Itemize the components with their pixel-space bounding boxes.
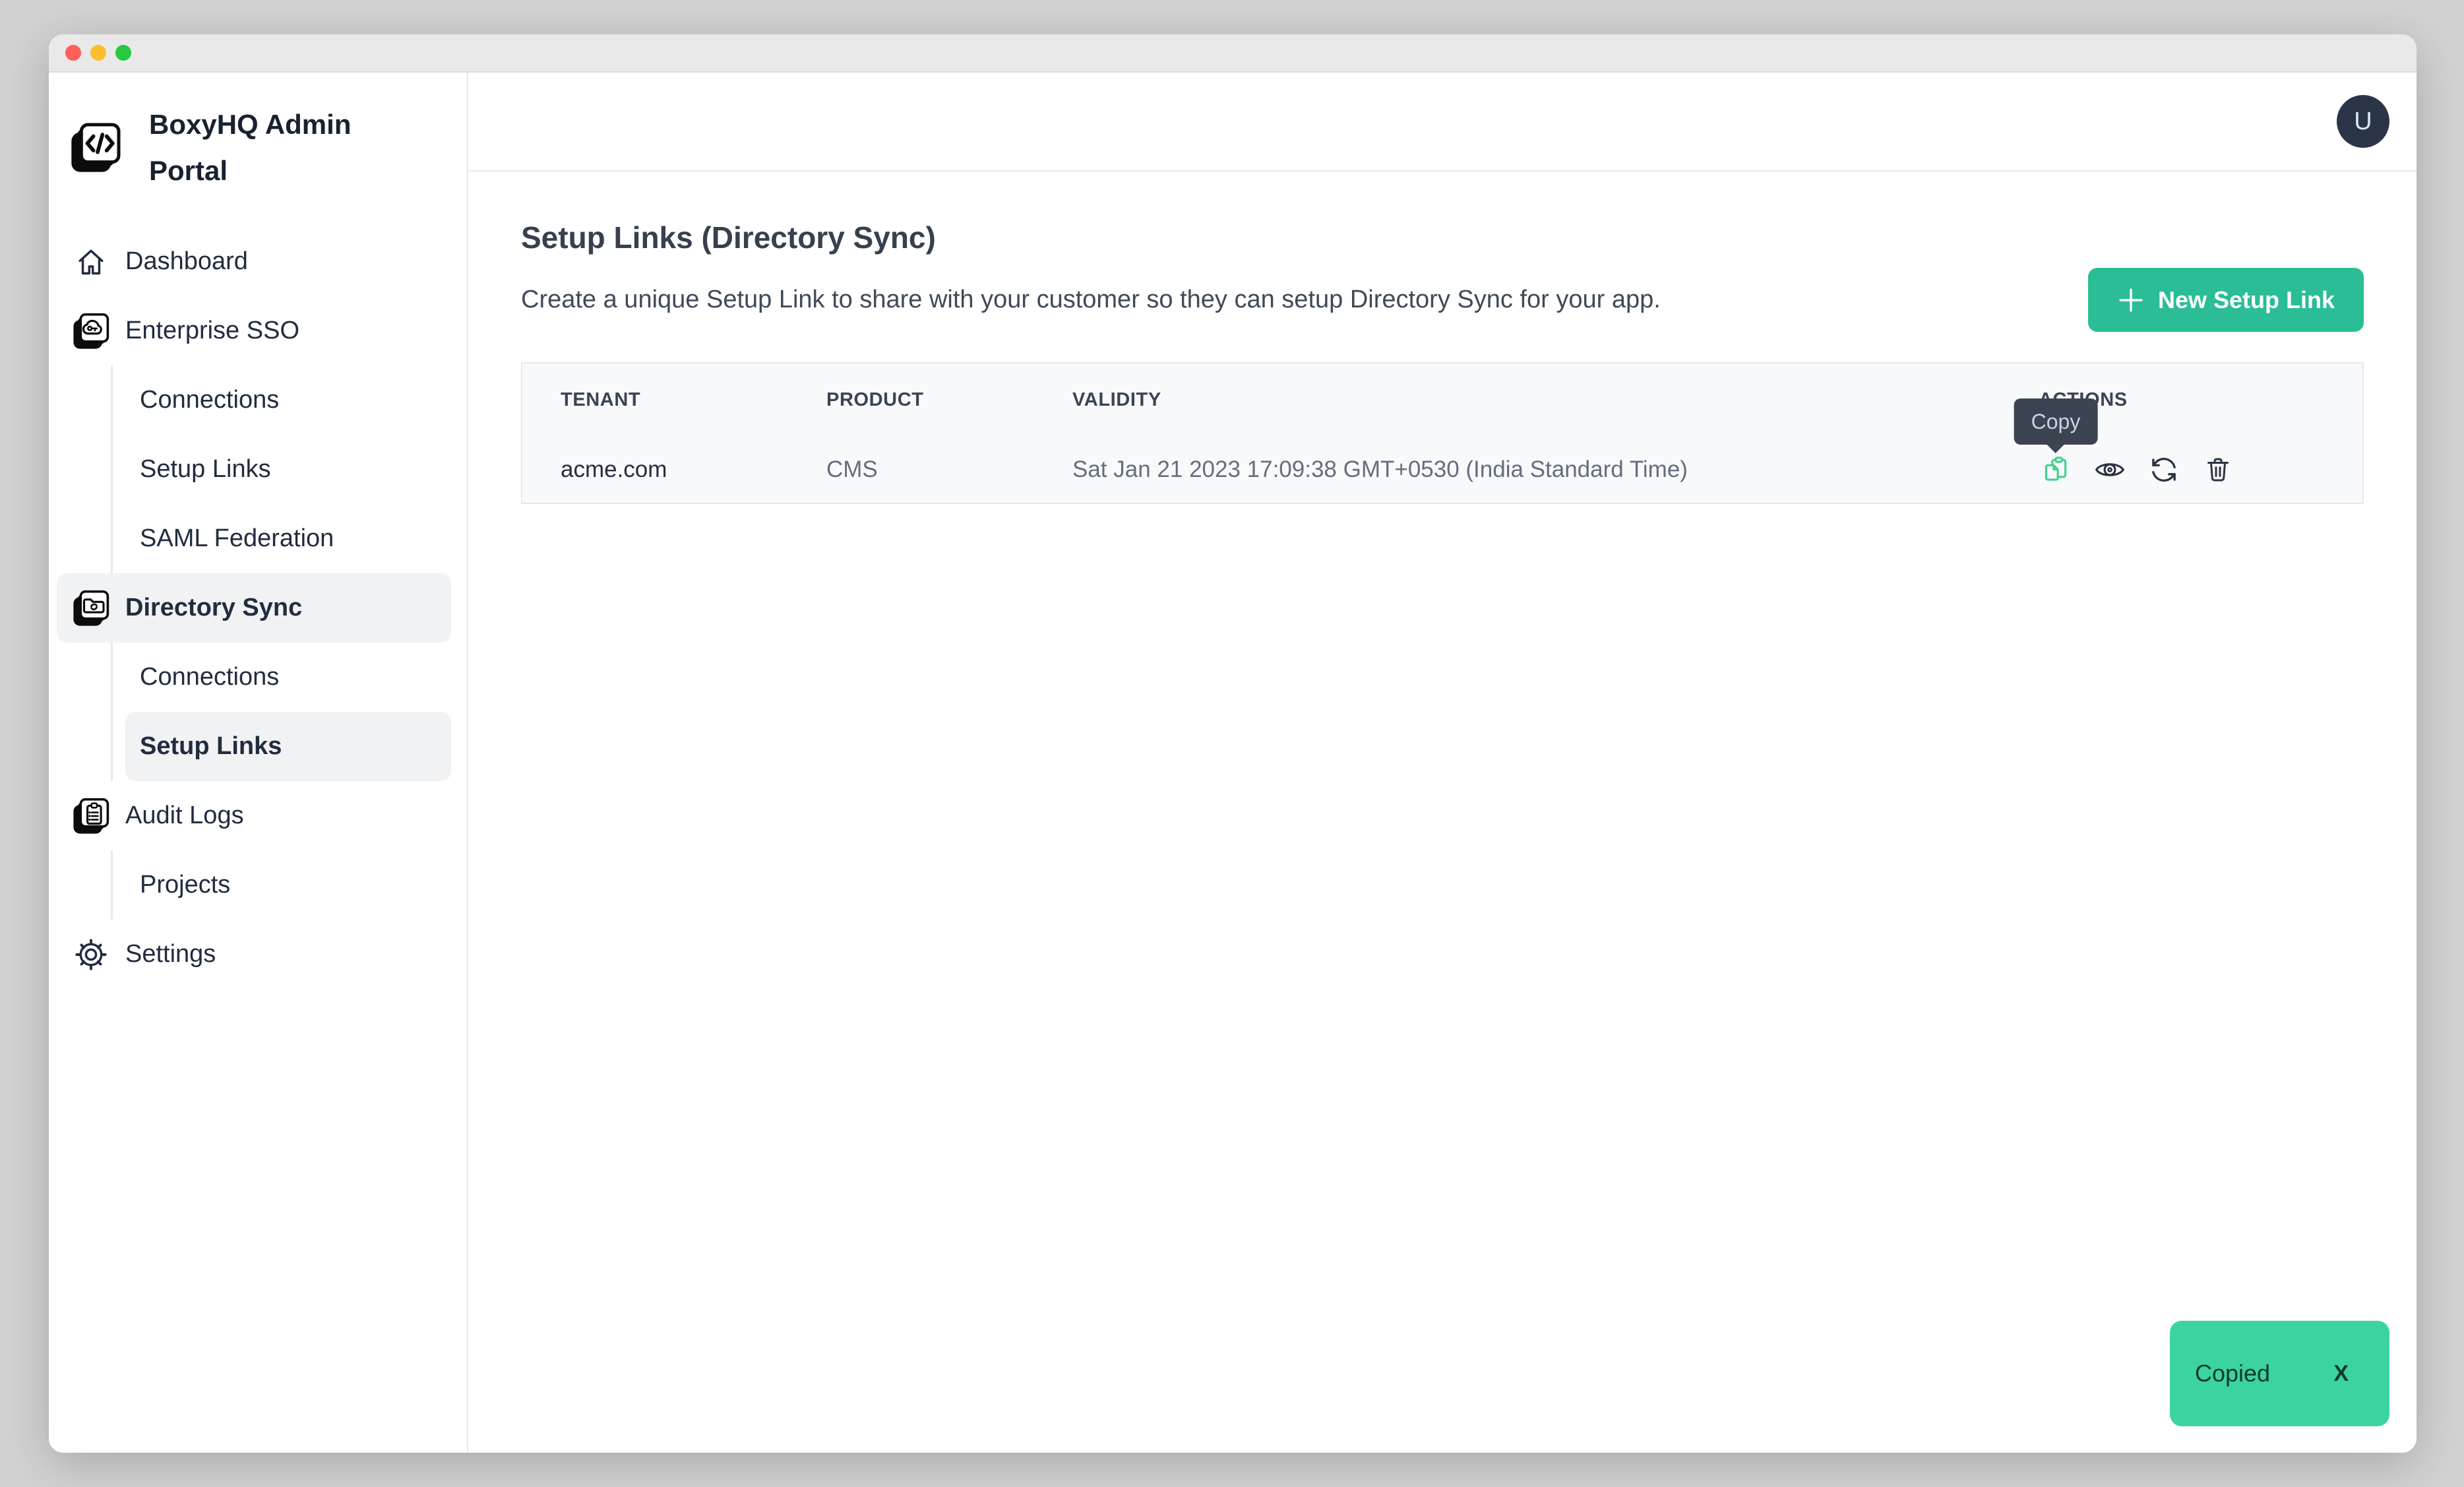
brand-title: BoxyHQ Admin Portal [149, 102, 354, 194]
copy-link-button[interactable]: Copy [2039, 453, 2073, 487]
toast-message: Copied [2195, 1360, 2270, 1387]
sidebar: BoxyHQ Admin Portal Dashboard [49, 73, 468, 1453]
sidebar-nav: Dashboard Enterprise SSO [49, 227, 467, 989]
sidebar-item-label: Connections [140, 663, 279, 691]
page-content: Setup Links (Directory Sync) Create a un… [468, 172, 2417, 504]
delete-link-button[interactable] [2201, 453, 2235, 487]
column-header-validity: VALIDITY [1072, 389, 2039, 411]
sidebar-item-dsync-setup-links[interactable]: Setup Links [125, 712, 451, 781]
sidebar-item-dsync-connections[interactable]: Connections [125, 643, 451, 712]
sidebar-item-settings[interactable]: Settings [57, 920, 451, 989]
plus-icon [2117, 286, 2145, 314]
boxyhq-logo-icon [67, 121, 124, 174]
desktop-background: { "sidebar": { "logo_text": "BoxyHQ Admi… [0, 0, 2464, 1487]
table-row: acme.com CMS Sat Jan 21 2023 17:09:38 GM… [522, 436, 2362, 503]
minimize-window-icon[interactable] [90, 45, 106, 61]
sidebar-item-label: Settings [125, 940, 216, 968]
sidebar-item-projects[interactable]: Projects [125, 850, 451, 920]
regenerate-link-button[interactable] [2147, 453, 2181, 487]
sidebar-group-directory-sync: Connections Setup Links [111, 643, 451, 781]
page-header-row: Create a unique Setup Link to share with… [521, 268, 2364, 332]
sidebar-item-label: Dashboard [125, 247, 248, 276]
column-header-product: PRODUCT [826, 389, 1072, 411]
view-link-button[interactable] [2093, 453, 2127, 487]
toast-close-button[interactable]: X [2333, 1361, 2349, 1387]
sidebar-group-audit-logs: Projects [111, 850, 451, 920]
sidebar-item-directory-sync[interactable]: Directory Sync [57, 573, 451, 643]
sidebar-item-audit-logs[interactable]: Audit Logs [57, 781, 451, 850]
avatar-initial: U [2354, 108, 2372, 136]
zoom-window-icon[interactable] [115, 45, 131, 61]
cell-validity: Sat Jan 21 2023 17:09:38 GMT+0530 (India… [1072, 457, 2039, 483]
sidebar-item-label: Audit Logs [125, 802, 244, 830]
main-area: U Setup Links (Directory Sync) Create a … [468, 73, 2417, 1453]
sidebar-item-enterprise-sso[interactable]: Enterprise SSO [57, 296, 451, 365]
sidebar-item-label: Projects [140, 871, 230, 899]
copied-toast: Copied X [2170, 1321, 2389, 1426]
app-body: BoxyHQ Admin Portal Dashboard [49, 73, 2417, 1453]
trash-icon [2202, 454, 2234, 486]
eye-icon [2093, 453, 2126, 486]
new-setup-link-label: New Setup Link [2158, 286, 2335, 314]
copy-tooltip: Copy [2014, 398, 2098, 445]
sidebar-item-label: Enterprise SSO [125, 317, 299, 345]
sidebar-item-saml-federation[interactable]: SAML Federation [125, 504, 451, 573]
cell-product: CMS [826, 457, 1072, 483]
column-header-tenant: TENANT [561, 389, 826, 411]
sidebar-item-dashboard[interactable]: Dashboard [57, 227, 451, 296]
sidebar-item-label: Connections [140, 386, 279, 414]
audit-logs-clipboard-icon [71, 796, 111, 836]
refresh-icon [2147, 453, 2180, 486]
sidebar-item-sso-connections[interactable]: Connections [125, 365, 451, 435]
row-actions: Copy [2039, 453, 2362, 487]
settings-gear-icon [71, 935, 111, 974]
sidebar-item-label: Setup Links [140, 455, 271, 484]
top-header-bar: U [468, 73, 2417, 172]
sidebar-item-label: Setup Links [140, 732, 282, 761]
directory-sync-folder-icon [71, 588, 111, 628]
sidebar-item-label: Directory Sync [125, 594, 302, 622]
sidebar-item-sso-setup-links[interactable]: Setup Links [125, 435, 451, 504]
user-avatar[interactable]: U [2337, 95, 2389, 148]
close-window-icon[interactable] [65, 45, 81, 61]
cell-tenant: acme.com [561, 457, 826, 483]
home-icon [71, 242, 111, 282]
sidebar-group-enterprise-sso: Connections Setup Links SAML Federation [111, 365, 451, 573]
window-titlebar [49, 34, 2417, 73]
page-title: Setup Links (Directory Sync) [521, 219, 2364, 256]
sidebar-item-label: SAML Federation [140, 524, 334, 553]
setup-links-table: TENANT PRODUCT VALIDITY ACTIONS acme.com… [521, 362, 2364, 504]
new-setup-link-button[interactable]: New Setup Link [2088, 268, 2364, 332]
page-description: Create a unique Setup Link to share with… [521, 286, 1661, 314]
app-window: BoxyHQ Admin Portal Dashboard [49, 34, 2417, 1453]
sso-cloud-key-icon [71, 311, 111, 351]
brand-logo[interactable]: BoxyHQ Admin Portal [67, 102, 451, 194]
